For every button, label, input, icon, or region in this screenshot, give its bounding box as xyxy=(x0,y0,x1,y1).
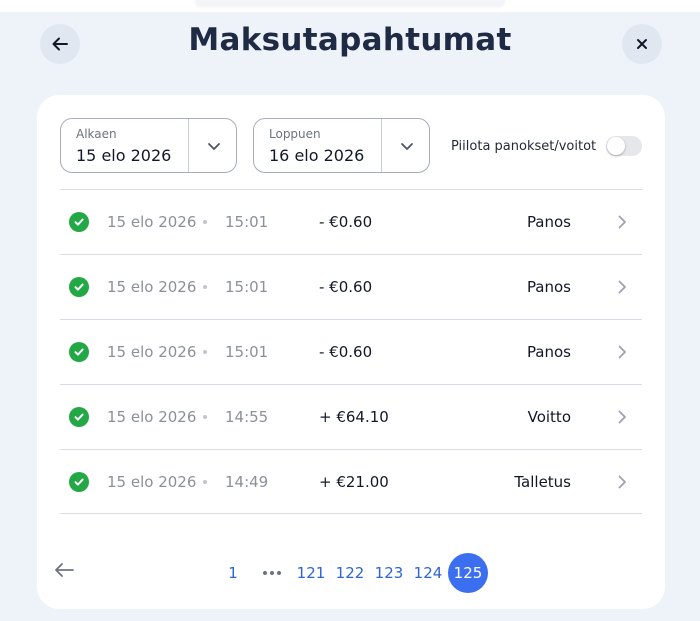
close-button[interactable] xyxy=(622,24,662,64)
page-button[interactable]: 123 xyxy=(369,553,409,593)
transaction-time: 14:55 xyxy=(225,408,269,426)
chevron-down-icon xyxy=(401,143,413,150)
page-button[interactable]: 121 xyxy=(291,553,331,593)
sheet-handle xyxy=(195,0,505,6)
transaction-row[interactable]: 15 elo 2026 14:55 + €64.10 Voitto xyxy=(60,384,642,449)
divider xyxy=(188,119,189,172)
chevron-right-icon xyxy=(618,475,626,489)
chevron-down-icon xyxy=(208,143,220,150)
close-icon xyxy=(637,39,647,49)
transaction-date: 15 elo 2026 xyxy=(107,473,197,491)
page-button[interactable]: 124 xyxy=(408,553,448,593)
separator-dot xyxy=(203,220,207,224)
transaction-row[interactable]: 15 elo 2026 15:01 - €0.60 Panos xyxy=(60,254,642,319)
chevron-right-icon xyxy=(618,345,626,359)
transaction-amount: + €64.10 xyxy=(319,408,389,426)
toggle-knob xyxy=(607,137,625,155)
hide-bets-toggle[interactable] xyxy=(606,136,642,156)
top-edge xyxy=(0,0,700,12)
end-date-label: Loppuen xyxy=(269,127,321,141)
page-button[interactable]: 122 xyxy=(330,553,370,593)
separator-dot xyxy=(203,285,207,289)
start-date-select[interactable]: Alkaen 15 elo 2026 xyxy=(60,118,237,173)
check-circle-icon xyxy=(69,472,89,492)
chevron-right-icon xyxy=(618,410,626,424)
transaction-date: 15 elo 2026 xyxy=(107,408,197,426)
page-title: Maksutapahtumat xyxy=(188,22,512,58)
check-circle-icon xyxy=(69,407,89,427)
transaction-type: Panos xyxy=(526,343,571,361)
transaction-time: 14:49 xyxy=(225,473,269,491)
transaction-amount: - €0.60 xyxy=(319,278,373,296)
transaction-amount: - €0.60 xyxy=(319,213,373,231)
transaction-list: 15 elo 2026 15:01 - €0.60 Panos 15 elo 2… xyxy=(60,189,642,514)
ellipsis-icon xyxy=(252,553,292,593)
transaction-type: Voitto xyxy=(527,408,571,426)
transaction-type: Panos xyxy=(526,278,571,296)
transaction-row[interactable]: 15 elo 2026 15:01 - €0.60 Panos xyxy=(60,189,642,254)
transaction-time: 15:01 xyxy=(225,278,269,296)
transaction-type: Talletus xyxy=(514,473,571,491)
separator-dot xyxy=(203,480,207,484)
page-button-first[interactable]: 1 xyxy=(213,553,253,593)
arrow-left-icon xyxy=(55,563,74,577)
check-circle-icon xyxy=(69,212,89,232)
previous-page-button[interactable] xyxy=(53,562,75,582)
transaction-row[interactable]: 15 elo 2026 14:49 + €21.00 Talletus xyxy=(60,449,642,514)
page-button-current[interactable]: 125 xyxy=(448,553,488,593)
transactions-card: Alkaen 15 elo 2026 Loppuen 16 elo 2026 P… xyxy=(37,95,665,609)
check-circle-icon xyxy=(69,277,89,297)
transaction-date: 15 elo 2026 xyxy=(107,278,197,296)
end-date-select[interactable]: Loppuen 16 elo 2026 xyxy=(253,118,430,173)
separator-dot xyxy=(203,350,207,354)
transaction-time: 15:01 xyxy=(225,343,269,361)
transaction-row[interactable]: 15 elo 2026 15:01 - €0.60 Panos xyxy=(60,319,642,384)
end-date-value: 16 elo 2026 xyxy=(269,146,365,165)
transaction-type: Panos xyxy=(526,213,571,231)
chevron-right-icon xyxy=(618,215,626,229)
transaction-date: 15 elo 2026 xyxy=(107,343,197,361)
check-circle-icon xyxy=(69,342,89,362)
transaction-time: 15:01 xyxy=(225,213,269,231)
transaction-amount: - €0.60 xyxy=(319,343,373,361)
hide-bets-label: Piilota panokset/voitot xyxy=(451,139,597,154)
transaction-date: 15 elo 2026 xyxy=(107,213,197,231)
start-date-label: Alkaen xyxy=(76,127,117,141)
chevron-right-icon xyxy=(618,280,626,294)
separator-dot xyxy=(203,415,207,419)
transaction-amount: + €21.00 xyxy=(319,473,389,491)
divider xyxy=(381,119,382,172)
start-date-value: 15 elo 2026 xyxy=(76,146,172,165)
